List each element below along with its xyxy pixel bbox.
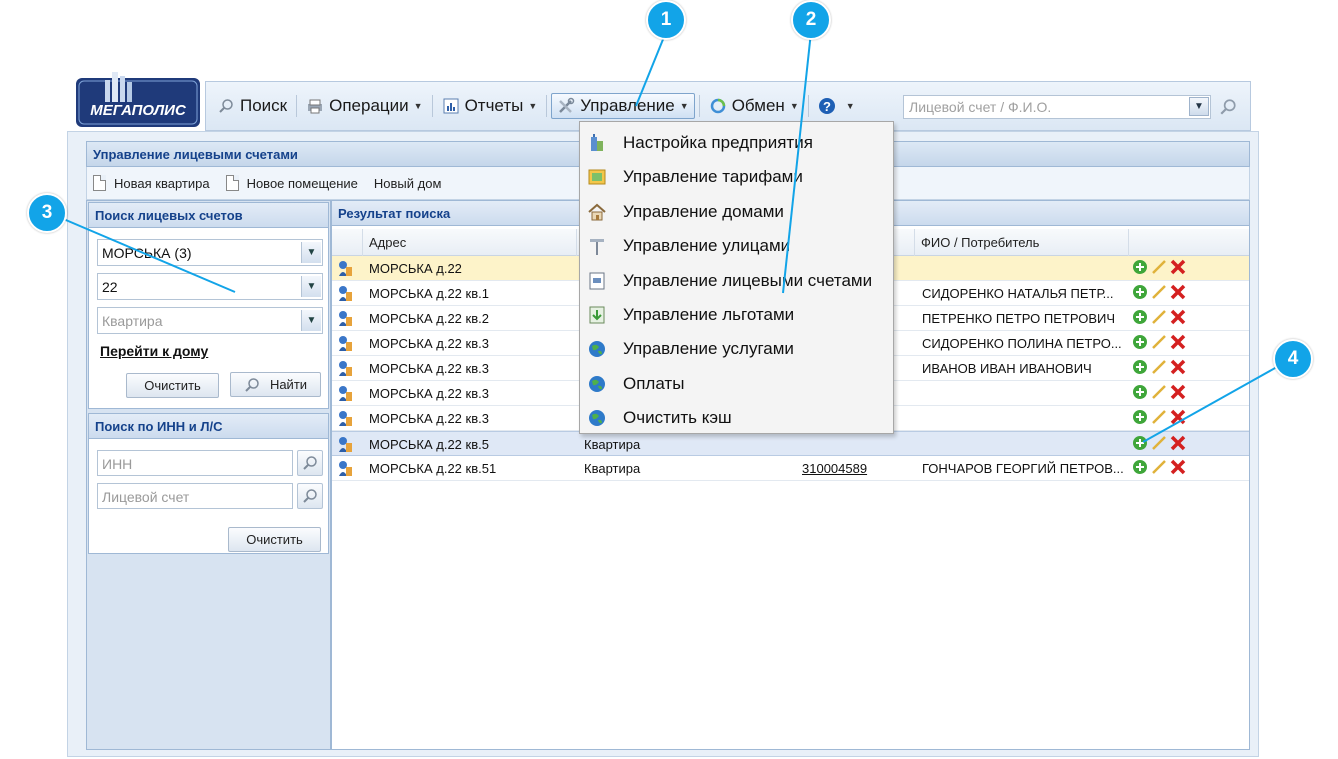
callout-2: 2: [791, 0, 831, 40]
callout-4: 4: [1273, 339, 1313, 379]
callout-3: 3: [27, 193, 67, 233]
callout-lines: [46, 31, 1294, 443]
callout-1: 1: [646, 0, 686, 40]
